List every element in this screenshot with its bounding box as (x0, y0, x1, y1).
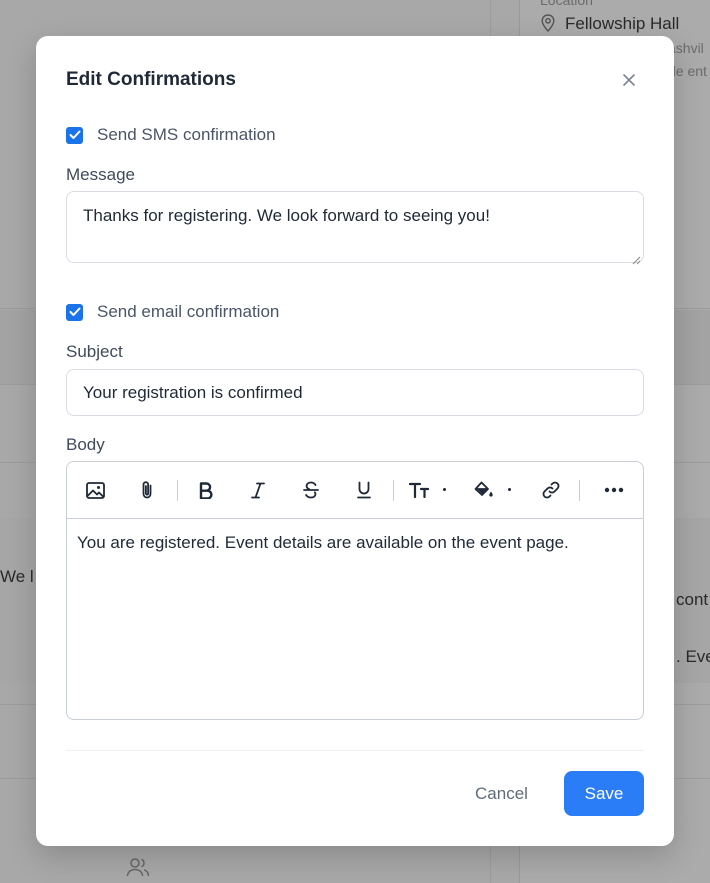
body-value: You are registered. Event details are av… (77, 533, 569, 552)
editor-toolbar (67, 462, 643, 519)
footer-divider (66, 750, 644, 751)
close-icon (622, 73, 636, 92)
bold-button[interactable] (194, 478, 218, 502)
toolbar-separator (177, 480, 178, 501)
text-size-icon (409, 482, 429, 498)
subject-label: Subject (66, 342, 123, 361)
toolbar-separator (393, 480, 394, 501)
link-icon (542, 481, 560, 499)
message-value: Thanks for registering. We look forward … (83, 206, 490, 225)
cancel-button[interactable]: Cancel (460, 771, 543, 816)
save-button[interactable]: Save (564, 771, 644, 816)
italic-button[interactable] (246, 478, 270, 502)
body-editor-content[interactable]: You are registered. Event details are av… (67, 519, 643, 567)
insert-image-button[interactable] (83, 478, 107, 502)
bold-icon (199, 481, 213, 499)
edit-confirmations-dialog: Edit Confirmations Send SMS confirmation… (36, 36, 674, 846)
image-icon (85, 481, 105, 499)
background-location-label: Location (540, 0, 593, 8)
attachment-icon (142, 481, 152, 499)
strikethrough-button[interactable] (299, 478, 323, 502)
text-size-button[interactable] (407, 478, 431, 502)
message-textarea[interactable]: Thanks for registering. We look forward … (66, 191, 644, 265)
dialog-title: Edit Confirmations (66, 69, 236, 90)
sms-checkbox[interactable] (66, 126, 83, 144)
sms-checkbox-label: Send SMS confirmation (97, 125, 276, 144)
email-checkbox[interactable] (66, 303, 83, 321)
insert-link-button[interactable] (539, 478, 563, 502)
toolbar-separator (579, 480, 580, 501)
strikethrough-icon (303, 481, 319, 499)
map-pin-icon (541, 14, 555, 37)
subject-input[interactable]: Your registration is confirmed (66, 369, 644, 416)
subject-value: Your registration is confirmed (83, 382, 303, 402)
background-snippet: . Eve (676, 647, 710, 666)
fill-color-button[interactable] (472, 478, 496, 502)
message-label: Message (66, 165, 135, 184)
email-checkbox-label: Send email confirmation (97, 302, 280, 321)
close-button[interactable] (618, 71, 640, 93)
fill-color-icon (474, 481, 493, 497)
fill-color-dropdown-indicator[interactable] (508, 488, 511, 491)
more-options-button[interactable] (602, 478, 626, 502)
body-label: Body (66, 435, 105, 454)
resize-handle-icon[interactable] (631, 250, 641, 265)
sms-confirmation-toggle[interactable]: Send SMS confirmation (66, 125, 276, 145)
underline-button[interactable] (352, 478, 376, 502)
email-confirmation-toggle[interactable]: Send email confirmation (66, 302, 279, 322)
attach-file-button[interactable] (135, 478, 159, 502)
more-icon (604, 487, 624, 493)
background-location-value: Fellowship Hall (565, 14, 680, 33)
background-snippet: We l (0, 567, 34, 586)
body-editor: You are registered. Event details are av… (66, 461, 644, 720)
underline-icon (357, 481, 371, 499)
text-size-dropdown-indicator[interactable] (443, 488, 446, 491)
users-icon (126, 856, 150, 883)
italic-icon (251, 482, 265, 498)
background-snippet: cont (676, 590, 709, 609)
